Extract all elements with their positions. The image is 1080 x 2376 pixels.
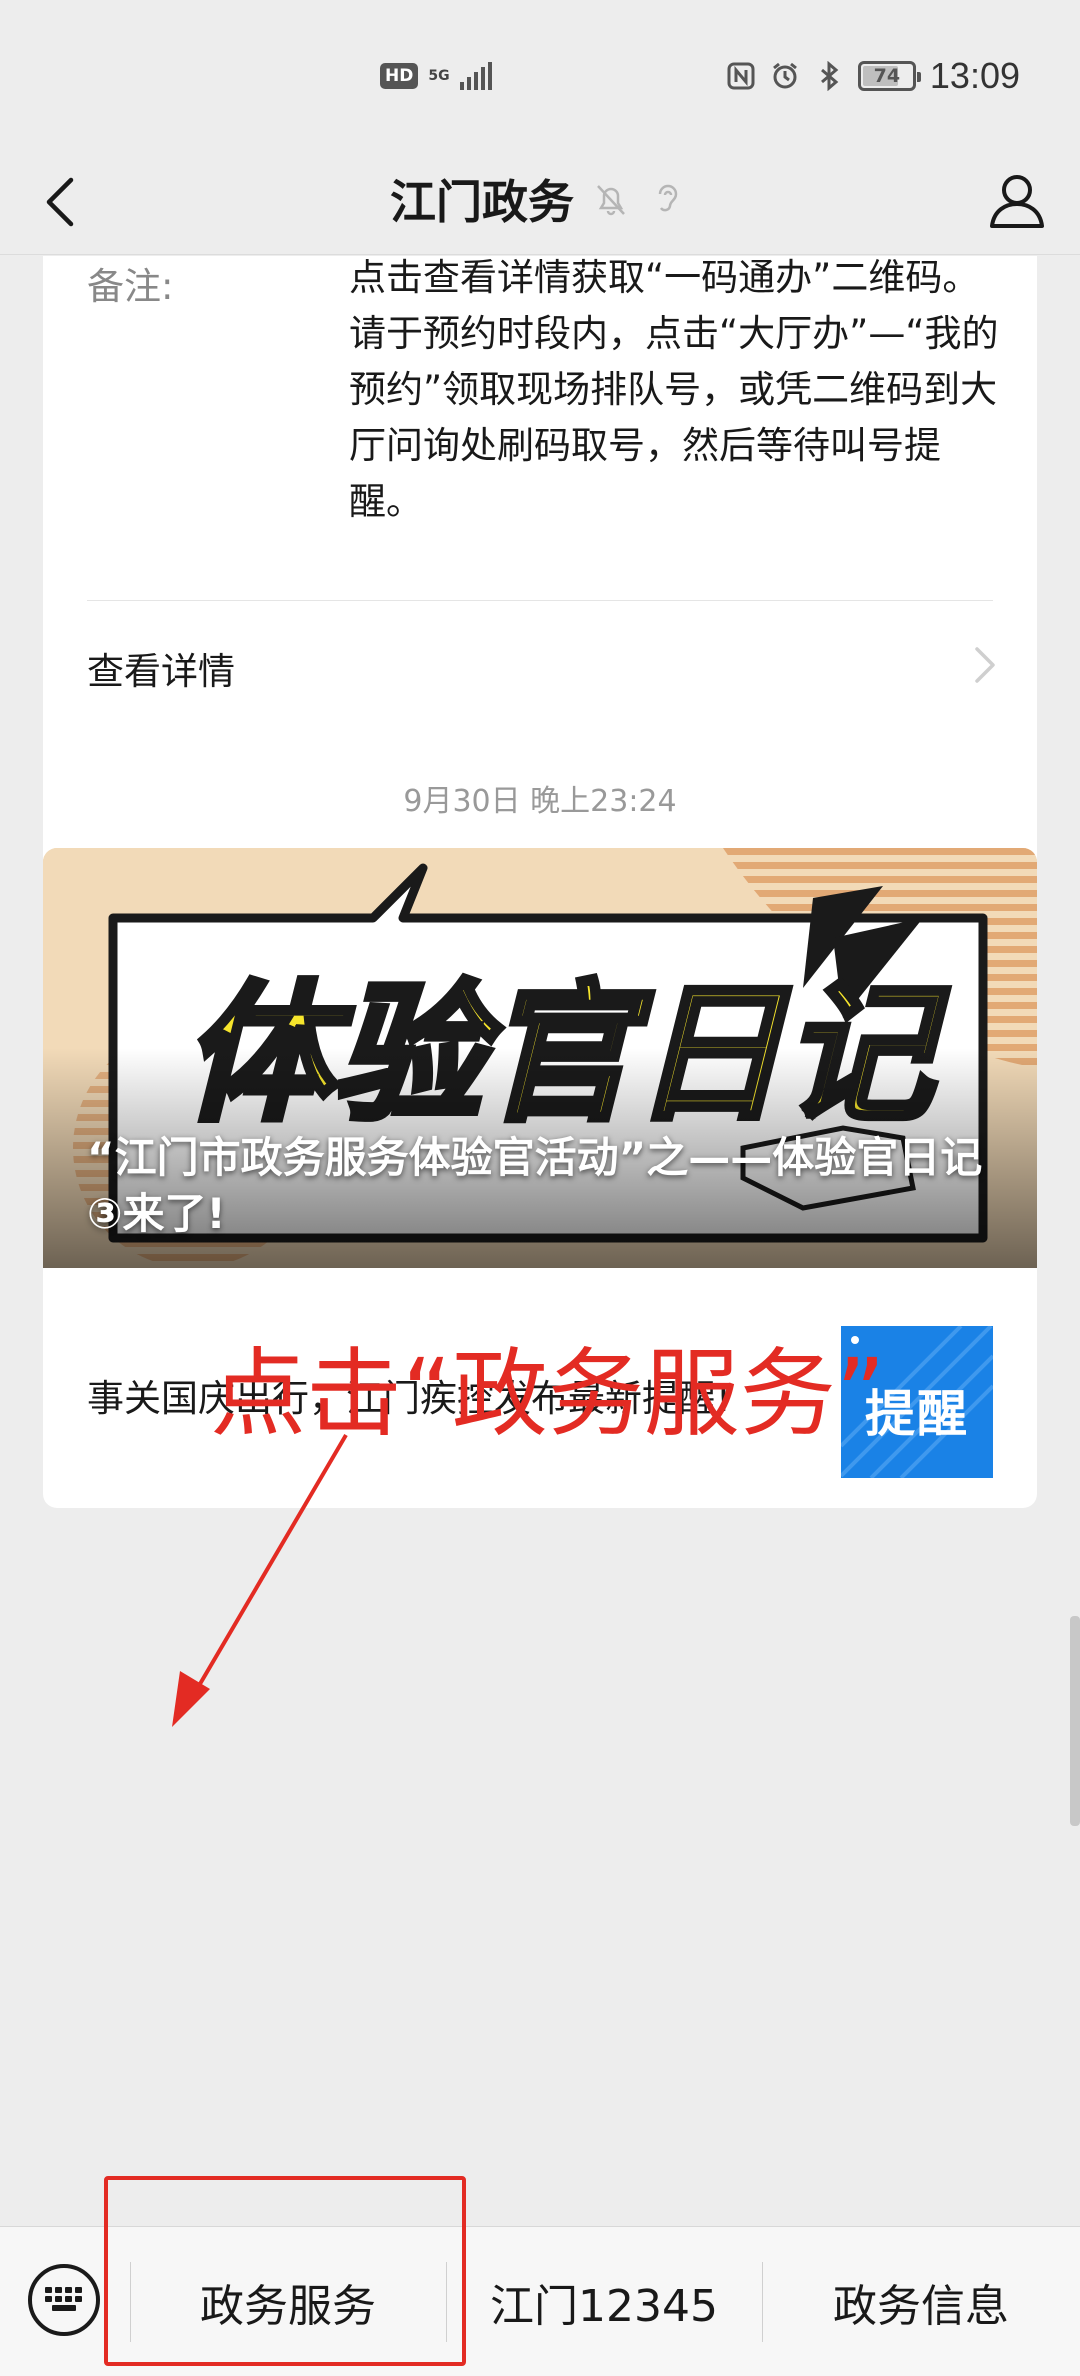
note-label: 备注: (87, 265, 174, 308)
battery-level: 74 (873, 65, 901, 87)
status-time: 13:09 (929, 55, 1020, 96)
ear-icon (658, 184, 678, 212)
profile-icon (990, 175, 1044, 228)
menu-jiangmen-12345[interactable]: 江门12345 (446, 2227, 762, 2376)
network-type-label: 5G (428, 68, 450, 84)
scrollbar[interactable] (1070, 1616, 1080, 1826)
view-details-label: 查看详情 (87, 650, 235, 693)
alarm-icon (772, 62, 797, 89)
page-title: 江门政务 (390, 175, 574, 229)
article-cover-title: “江门市政务服务体验官活动”之——体验官日记③来了! (87, 1133, 983, 1238)
chevron-right-icon (975, 647, 995, 683)
menu-gov-info[interactable]: 政务信息 (762, 2227, 1080, 2376)
battery-icon: 74 (857, 61, 921, 91)
keyboard-toggle-button[interactable] (28, 2264, 100, 2336)
highlight-box (104, 2176, 466, 2366)
mute-bell-icon (597, 185, 625, 216)
navbar: 江门政务 (0, 150, 1080, 255)
message-list[interactable]: 备注: 点击查看详情获取“一码通办”二维码。请于预约时段内，点击“大厅办”—“我… (0, 256, 1080, 2226)
note-text: 点击查看详情获取“一码通办”二维码。请于预约时段内，点击“大厅办”—“我的预约”… (349, 256, 999, 523)
status-left-group: HD 5G (380, 62, 492, 90)
bluetooth-icon (820, 61, 839, 91)
message-timestamp: 9月30日 晚上23:24 (403, 784, 677, 819)
back-button[interactable] (30, 172, 90, 232)
status-bar: HD 5G 74 13:09 (0, 0, 1080, 150)
keyboard-icon (45, 2287, 82, 2311)
view-details-link[interactable]: 查看详情 (43, 601, 1037, 721)
profile-button[interactable] (984, 168, 1050, 234)
hd-badge: HD (380, 63, 419, 89)
nav-title-group: 江门政务 (390, 166, 686, 232)
signal-icon (459, 62, 492, 90)
article-cover[interactable]: 体验官日记 “江门市政务服务体验官活动”之——体验官日记③来了! (43, 848, 1037, 1268)
back-chevron-icon (46, 177, 74, 227)
status-right-group: 74 13:09 (726, 55, 1020, 97)
nfc-icon (727, 62, 755, 90)
red-arrow-icon (172, 1433, 348, 1727)
